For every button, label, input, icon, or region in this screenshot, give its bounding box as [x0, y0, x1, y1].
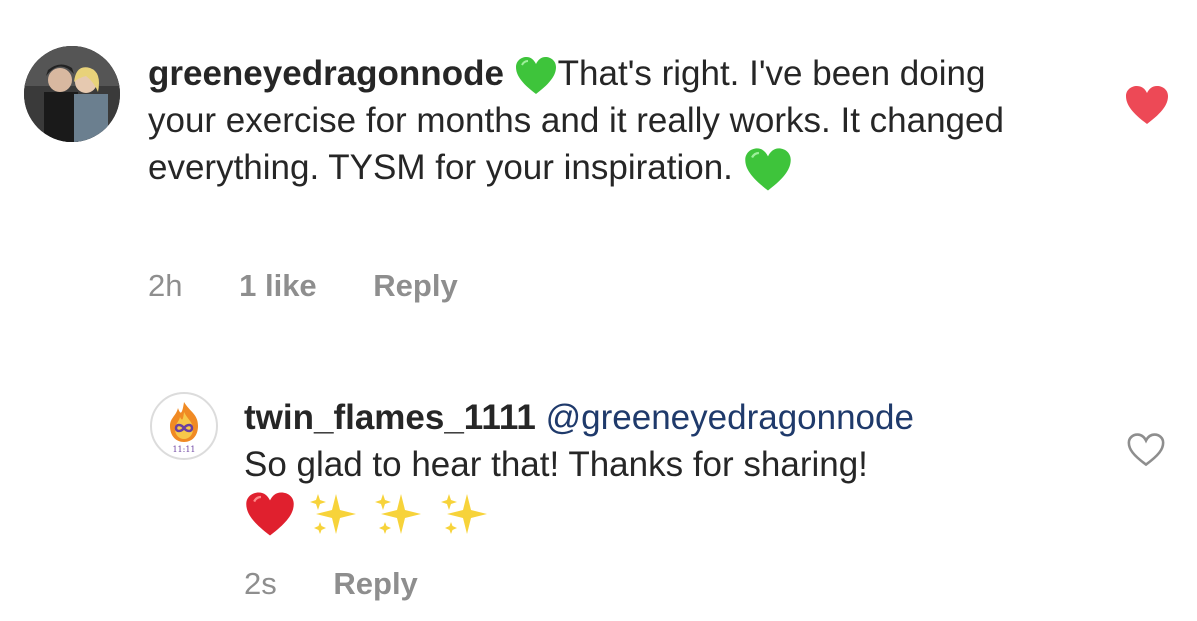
reply-body: twin_flames_1111 @greeneyedragonnode So …	[244, 394, 1104, 540]
reply-username[interactable]: twin_flames_1111	[244, 398, 536, 437]
green-heart-icon	[744, 148, 791, 191]
comment-username[interactable]: greeneyedragonnode	[148, 54, 504, 93]
comment-item: greeneyedragonnode That's right. I've be…	[0, 0, 1197, 330]
sparkles-icon	[375, 494, 422, 534]
comment-timestamp: 2h	[148, 268, 183, 303]
flame-infinity-logo-icon: 11:11	[170, 402, 198, 454]
comment-meta: 2h 1 like Reply	[148, 268, 458, 304]
sparkles-icon	[309, 494, 356, 534]
avatar-text: 11:11	[172, 445, 195, 454]
avatar[interactable]: 11:11	[150, 392, 218, 460]
red-heart-icon	[246, 492, 294, 536]
green-heart-icon	[515, 56, 556, 94]
heart-outline-icon[interactable]	[1126, 432, 1166, 468]
reply-button[interactable]: Reply	[333, 566, 417, 602]
reply-text: So glad to hear that! Thanks for sharing…	[244, 445, 868, 484]
mention-link[interactable]: @greeneyedragonnode	[546, 398, 914, 437]
comment-body: greeneyedragonnode That's right. I've be…	[148, 50, 1048, 193]
sparkles-icon	[441, 494, 488, 534]
liked-heart-icon[interactable]	[1124, 84, 1170, 126]
reply-meta: 2s Reply	[244, 566, 418, 602]
like-count[interactable]: 1 like	[239, 268, 317, 304]
avatar[interactable]	[24, 46, 120, 142]
reply-button[interactable]: Reply	[373, 268, 457, 304]
reply-timestamp: 2s	[244, 566, 277, 601]
avatar-photo-icon	[24, 46, 120, 142]
